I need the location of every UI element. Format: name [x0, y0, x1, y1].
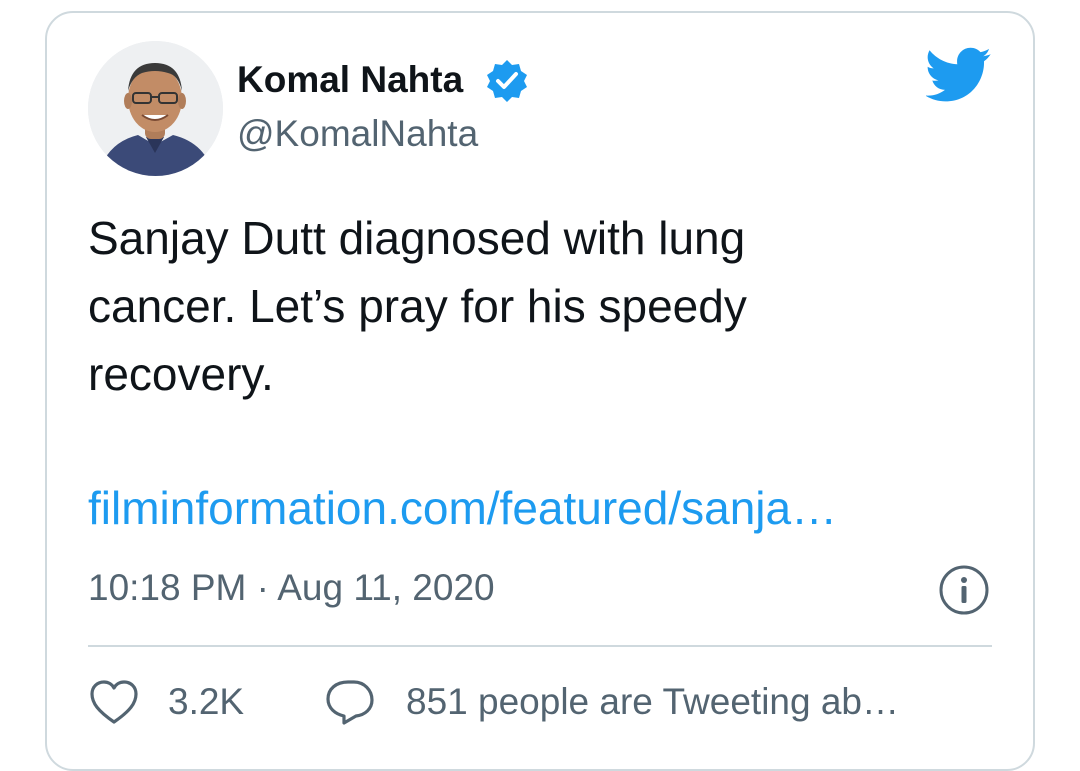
author-name[interactable]: Komal Nahta — [237, 58, 463, 102]
conversation-label: 851 people are Tweeting ab… — [406, 681, 900, 722]
like-button[interactable]: 3.2K — [88, 676, 244, 728]
tweet-text: Sanjay Dutt diagnosed with lung cancer. … — [88, 212, 747, 400]
tweet-timestamp[interactable]: 10:18 PM · Aug 11, 2020 — [88, 564, 495, 612]
conversation-button[interactable]: 851 people are Tweeting ab… — [324, 676, 899, 728]
avatar-photo — [88, 41, 223, 176]
heart-icon — [90, 680, 138, 724]
speech-bubble-icon — [326, 680, 374, 725]
author-handle[interactable]: @KomalNahta — [237, 112, 478, 156]
twitter-bird-icon[interactable] — [924, 47, 992, 103]
tweet-link[interactable]: filminformation.com/featured/sanja… — [88, 474, 837, 542]
info-icon[interactable] — [938, 564, 990, 616]
divider — [88, 645, 992, 647]
like-count: 3.2K — [168, 681, 245, 722]
avatar[interactable] — [88, 41, 223, 176]
verified-badge-icon — [484, 58, 530, 104]
